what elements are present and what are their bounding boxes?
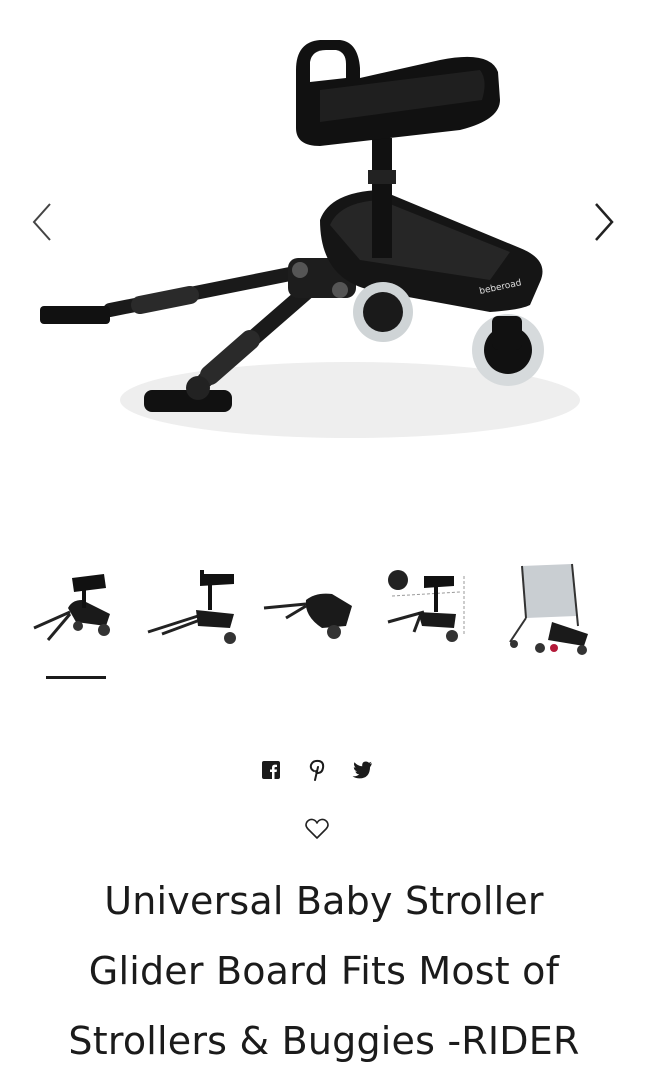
thumbnail-1[interactable] <box>20 556 132 660</box>
selected-thumbnail-indicator <box>46 676 106 679</box>
facebook-icon <box>262 761 280 779</box>
next-image-button[interactable] <box>586 200 622 244</box>
previous-image-button[interactable] <box>24 200 60 244</box>
product-gallery: beberoad <box>0 0 648 520</box>
share-bar <box>0 758 648 782</box>
thumbnail-strip <box>0 556 648 686</box>
product-title-line-3: Strollers & Buggies -RIDER <box>68 1019 580 1063</box>
heart-icon <box>305 818 329 839</box>
main-product-image[interactable]: beberoad <box>20 20 628 490</box>
twitter-icon <box>352 761 372 779</box>
product-title: Universal Baby Stroller Glider Board Fit… <box>0 866 648 1076</box>
thumbnail-2[interactable] <box>138 556 250 660</box>
product-title-line-1: Universal Baby Stroller <box>104 879 544 923</box>
thumbnail-5[interactable] <box>492 556 604 660</box>
share-facebook-button[interactable] <box>259 758 283 782</box>
share-pinterest-button[interactable] <box>305 758 329 782</box>
add-to-wishlist-button[interactable] <box>304 816 330 842</box>
chevron-right-icon <box>595 203 614 241</box>
share-twitter-button[interactable] <box>350 758 374 782</box>
product-title-line-2: Glider Board Fits Most of <box>88 949 560 993</box>
thumbnail-3[interactable] <box>256 556 368 660</box>
pinterest-icon <box>309 759 325 781</box>
thumbnail-4[interactable] <box>374 556 486 660</box>
chevron-left-icon <box>32 203 51 241</box>
